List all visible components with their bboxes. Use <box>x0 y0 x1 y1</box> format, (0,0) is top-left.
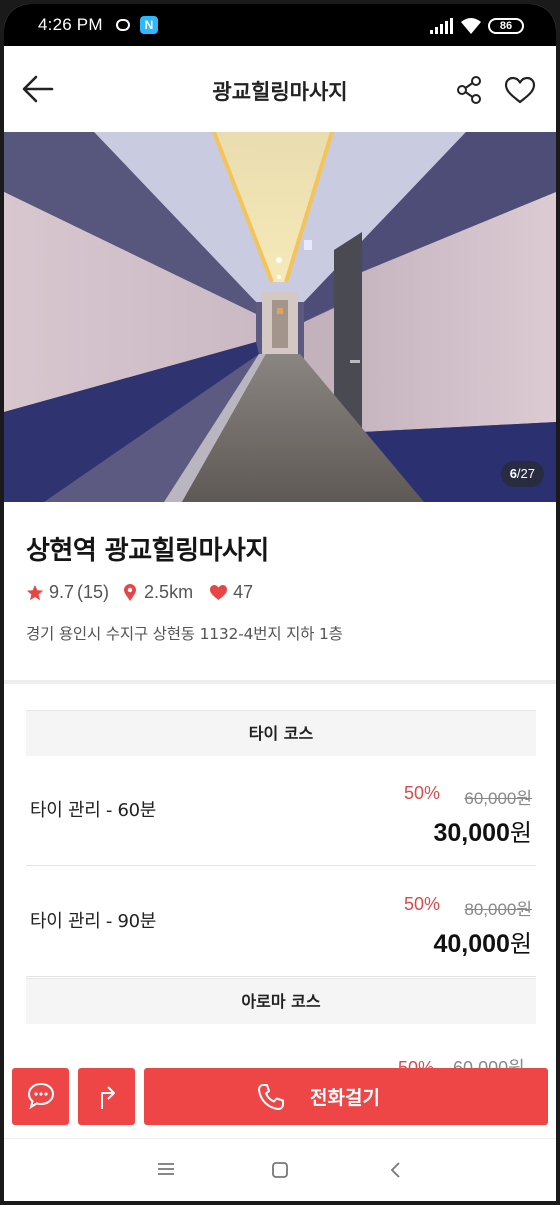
phone-icon <box>258 1084 284 1110</box>
star-icon <box>26 584 44 600</box>
sale-price: 40,000원 <box>433 930 532 958</box>
chat-bubble-icon <box>27 1082 55 1110</box>
battery-icon: 86 <box>488 18 524 34</box>
app-header: 광교힐링마사지 <box>4 46 556 132</box>
shop-address: 경기 용인시 수지구 상현동 1132-4번지 지하 1층 <box>26 625 343 643</box>
status-bar: 4:26 PM N 86 <box>4 4 556 46</box>
like-count: 47 <box>233 582 254 602</box>
chat-button[interactable] <box>12 1068 69 1125</box>
discount-rate: 50% <box>403 783 440 803</box>
corridor-photo <box>4 132 556 502</box>
home-icon[interactable] <box>271 1161 289 1179</box>
shop-photo-gallery[interactable]: 6/27 <box>4 132 556 502</box>
system-back-icon[interactable] <box>389 1161 401 1179</box>
call-button[interactable]: 전화걸기 <box>144 1068 548 1125</box>
favorite-heart-icon[interactable] <box>504 76 536 104</box>
signal-icon <box>430 18 453 34</box>
review-count: (15) <box>77 582 110 602</box>
course-item-name: 타이 관리 - 90분 <box>30 911 157 932</box>
section-divider <box>4 680 556 684</box>
chat-notification-icon <box>116 19 130 31</box>
call-button-label: 전화걸기 <box>310 1087 380 1109</box>
course-item[interactable]: 타이 관리 - 60분 50% 60,000원 30,000원 <box>26 756 536 866</box>
course-section-header: 아로마 코스 <box>26 978 536 1024</box>
share-icon[interactable] <box>456 76 482 104</box>
course-item[interactable]: 타이 관리 - 90분 50% 80,000원 40,000원 <box>26 867 536 977</box>
recent-apps-icon[interactable] <box>157 1161 175 1177</box>
course-item-name: 타이 관리 - 60분 <box>30 800 157 821</box>
directions-button[interactable] <box>78 1068 135 1125</box>
turn-arrow-icon <box>101 1086 115 1109</box>
distance: 2.5km <box>144 582 194 602</box>
status-time: 4:26 PM <box>38 15 103 34</box>
photo-counter: 6/27 <box>500 461 544 487</box>
course-section-header: 타이 코스 <box>26 710 536 756</box>
shop-name: 상현역 광교힐링마사지 <box>26 536 269 566</box>
wifi-icon <box>461 18 481 34</box>
rating-value: 9.7 <box>49 582 75 602</box>
original-price: 80,000원 <box>464 900 532 919</box>
phone-screen: 4:26 PM N 86 광교힐링마사지 6/27 상현역 광교힐링마사지 9.… <box>4 4 556 1201</box>
discount-rate: 50% <box>403 894 440 914</box>
shop-meta: 9.7 (15) 2.5km 47 <box>26 582 253 603</box>
naver-notification-icon: N <box>140 16 158 34</box>
location-pin-icon <box>124 583 137 601</box>
original-price: 60,000원 <box>464 789 532 808</box>
battery-level: 86 <box>499 20 513 32</box>
sale-price: 30,000원 <box>433 819 532 847</box>
shop-info: 상현역 광교힐링마사지 9.7 (15) 2.5km 47 경기 용인시 수지구… <box>4 502 556 680</box>
heart-icon <box>210 584 228 601</box>
system-nav-bar <box>4 1138 556 1201</box>
